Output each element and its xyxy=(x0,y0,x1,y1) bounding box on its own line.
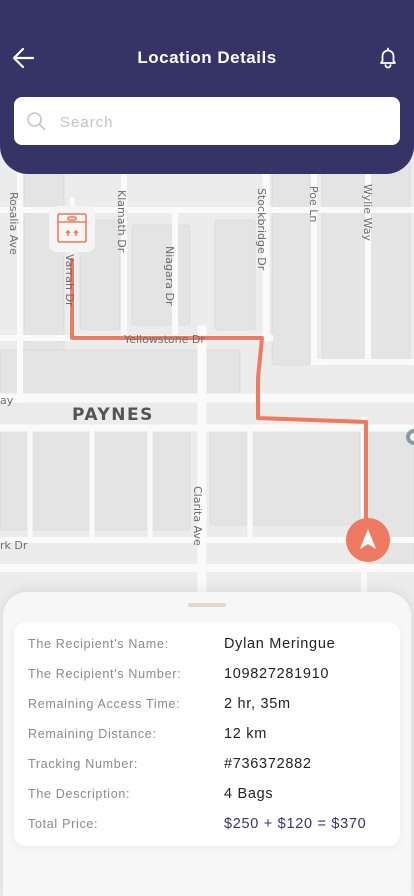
detail-value: 12 km xyxy=(224,726,267,742)
detail-value: 4 Bags xyxy=(224,786,274,802)
bell-icon xyxy=(380,47,396,69)
detail-label: Remaining Distance: xyxy=(28,727,157,741)
search-input[interactable] xyxy=(58,97,392,147)
page-title: Location Details xyxy=(137,48,277,67)
detail-value: 2 hr, 35m xyxy=(224,696,291,712)
drag-handle[interactable] xyxy=(188,603,226,607)
details-card: The Recipient's Name: Dylan Meringue The… xyxy=(14,622,400,846)
detail-row: Remaining Access Time: 2 hr, 35m xyxy=(28,694,390,714)
package-marker[interactable] xyxy=(49,206,95,252)
street-label: Niagara Dr xyxy=(163,246,176,306)
detail-label: Remaining Access Time: xyxy=(28,697,181,711)
street-label: Rosalia Ave xyxy=(7,192,20,255)
detail-label: Total Price: xyxy=(28,817,99,831)
street-label: Wylie Way xyxy=(361,184,374,241)
street-label: rk Dr xyxy=(0,539,28,552)
navigation-marker[interactable] xyxy=(346,518,390,562)
detail-value: 109827281910 xyxy=(224,666,330,682)
detail-row: The Description: 4 Bags xyxy=(28,784,390,804)
street-label: Varrah Dr xyxy=(63,254,76,307)
detail-row: Total Price: $250 + $120 = $370 xyxy=(28,814,390,834)
notifications-button[interactable] xyxy=(374,44,402,72)
search-bar[interactable] xyxy=(14,97,400,147)
street-label: Clarita Ave xyxy=(191,486,204,546)
detail-row: Tracking Number: #736372882 xyxy=(28,754,390,774)
detail-row: The Recipient's Name: Dylan Meringue xyxy=(28,634,390,654)
street-label: Poe Ln xyxy=(307,186,320,222)
street-label: ay xyxy=(0,394,14,407)
total-price-value: $250 + $120 = $370 xyxy=(224,816,367,832)
street-label: Stockbridge Dr xyxy=(255,188,268,271)
detail-label: The Recipient's Number: xyxy=(28,667,182,681)
detail-value: #736372882 xyxy=(224,756,312,772)
detail-value: Dylan Meringue xyxy=(224,636,336,652)
header: Location Details xyxy=(0,0,414,174)
detail-label: The Description: xyxy=(28,787,131,801)
detail-row: The Recipient's Number: 109827281910 xyxy=(28,664,390,684)
street-label: Klamath Dr xyxy=(115,190,128,253)
area-label: PAYNES xyxy=(72,405,154,425)
search-icon xyxy=(27,112,46,131)
street-label: Yellowstone Dr xyxy=(123,333,205,346)
details-sheet: The Recipient's Name: Dylan Meringue The… xyxy=(3,592,411,896)
detail-row: Remaining Distance: 12 km xyxy=(28,724,390,744)
detail-label: Tracking Number: xyxy=(28,757,139,771)
detail-label: The Recipient's Name: xyxy=(28,637,169,651)
